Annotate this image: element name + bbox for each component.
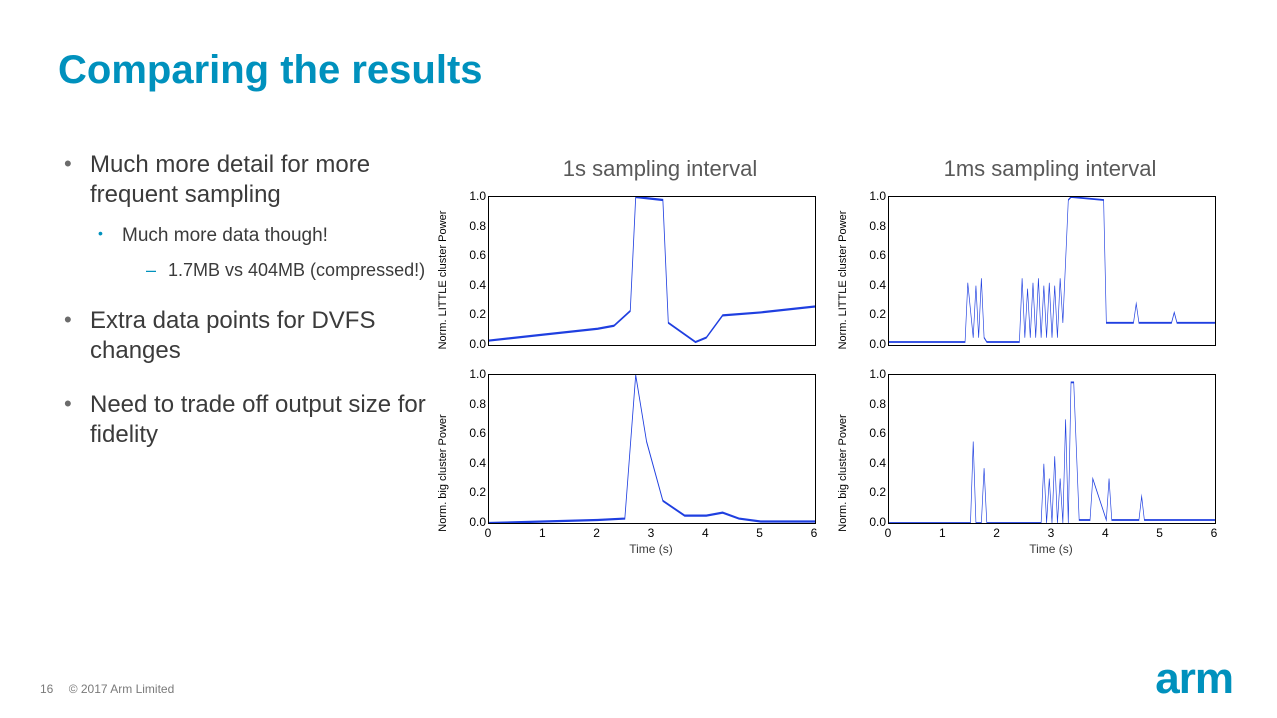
page-number: 16 xyxy=(40,682,53,696)
plot-1ms-little xyxy=(888,196,1216,346)
xlabel-1ms: Time (s) xyxy=(888,542,1214,556)
bullet-1-1-1: 1.7MB vs 404MB (compressed!) xyxy=(140,259,428,282)
ylabel-1s-big: Norm. big cluster Power xyxy=(437,393,449,553)
bullet-1-1-text: Much more data though! xyxy=(122,225,328,246)
bullet-1-1: Much more data though! 1.7MB vs 404MB (c… xyxy=(94,224,428,282)
plot-1s-little xyxy=(488,196,816,346)
slide-footer: 16 © 2017 Arm Limited xyxy=(40,682,174,696)
bullet-2-text: Extra data points for DVFS changes xyxy=(90,307,375,364)
yticks-1ms-big: 0.00.2 0.40.6 0.81.0 xyxy=(858,374,886,522)
slide-title: Comparing the results xyxy=(58,48,483,93)
copyright: © 2017 Arm Limited xyxy=(69,682,175,696)
chart-1ms-big: Norm. big cluster Power 0.00.2 0.40.6 0.… xyxy=(840,368,1240,568)
slide: Comparing the results Much more detail f… xyxy=(0,0,1277,718)
bullet-1-text: Much more detail for more frequent sampl… xyxy=(90,151,370,208)
ylabel-1s-little: Norm. LITTLE cluster Power xyxy=(437,200,449,360)
yticks-1ms-little: 0.00.2 0.40.6 0.81.0 xyxy=(858,196,886,344)
bullet-3-text: Need to trade off output size for fideli… xyxy=(90,391,426,448)
bullet-1-1-1-text: 1.7MB vs 404MB (compressed!) xyxy=(168,260,425,280)
bullet-3: Need to trade off output size for fideli… xyxy=(58,390,428,450)
chart-col-title-left: 1s sampling interval xyxy=(440,156,850,182)
xlabel-1s: Time (s) xyxy=(488,542,814,556)
yticks-1s-little: 0.00.2 0.40.6 0.81.0 xyxy=(458,196,486,344)
plot-1s-big xyxy=(488,374,816,524)
slide-body: Much more detail for more frequent sampl… xyxy=(58,150,428,474)
chart-1ms-little: Norm. LITTLE cluster Power 0.00.2 0.40.6… xyxy=(840,190,1240,360)
bullet-2: Extra data points for DVFS changes xyxy=(58,306,428,366)
plot-1ms-big xyxy=(888,374,1216,524)
yticks-1s-big: 0.00.2 0.40.6 0.81.0 xyxy=(458,374,486,522)
ylabel-1ms-big: Norm. big cluster Power xyxy=(837,393,849,553)
chart-col-title-right: 1ms sampling interval xyxy=(850,156,1240,182)
chart-1s-big: Norm. big cluster Power 0.00.2 0.40.6 0.… xyxy=(440,368,840,568)
chart-area: 1s sampling interval 1ms sampling interv… xyxy=(440,156,1240,568)
ylabel-1ms-little: Norm. LITTLE cluster Power xyxy=(837,200,849,360)
bullet-1: Much more detail for more frequent sampl… xyxy=(58,150,428,282)
chart-1s-little: Norm. LITTLE cluster Power 0.00.2 0.40.6… xyxy=(440,190,840,360)
arm-logo: arm xyxy=(1155,654,1233,704)
